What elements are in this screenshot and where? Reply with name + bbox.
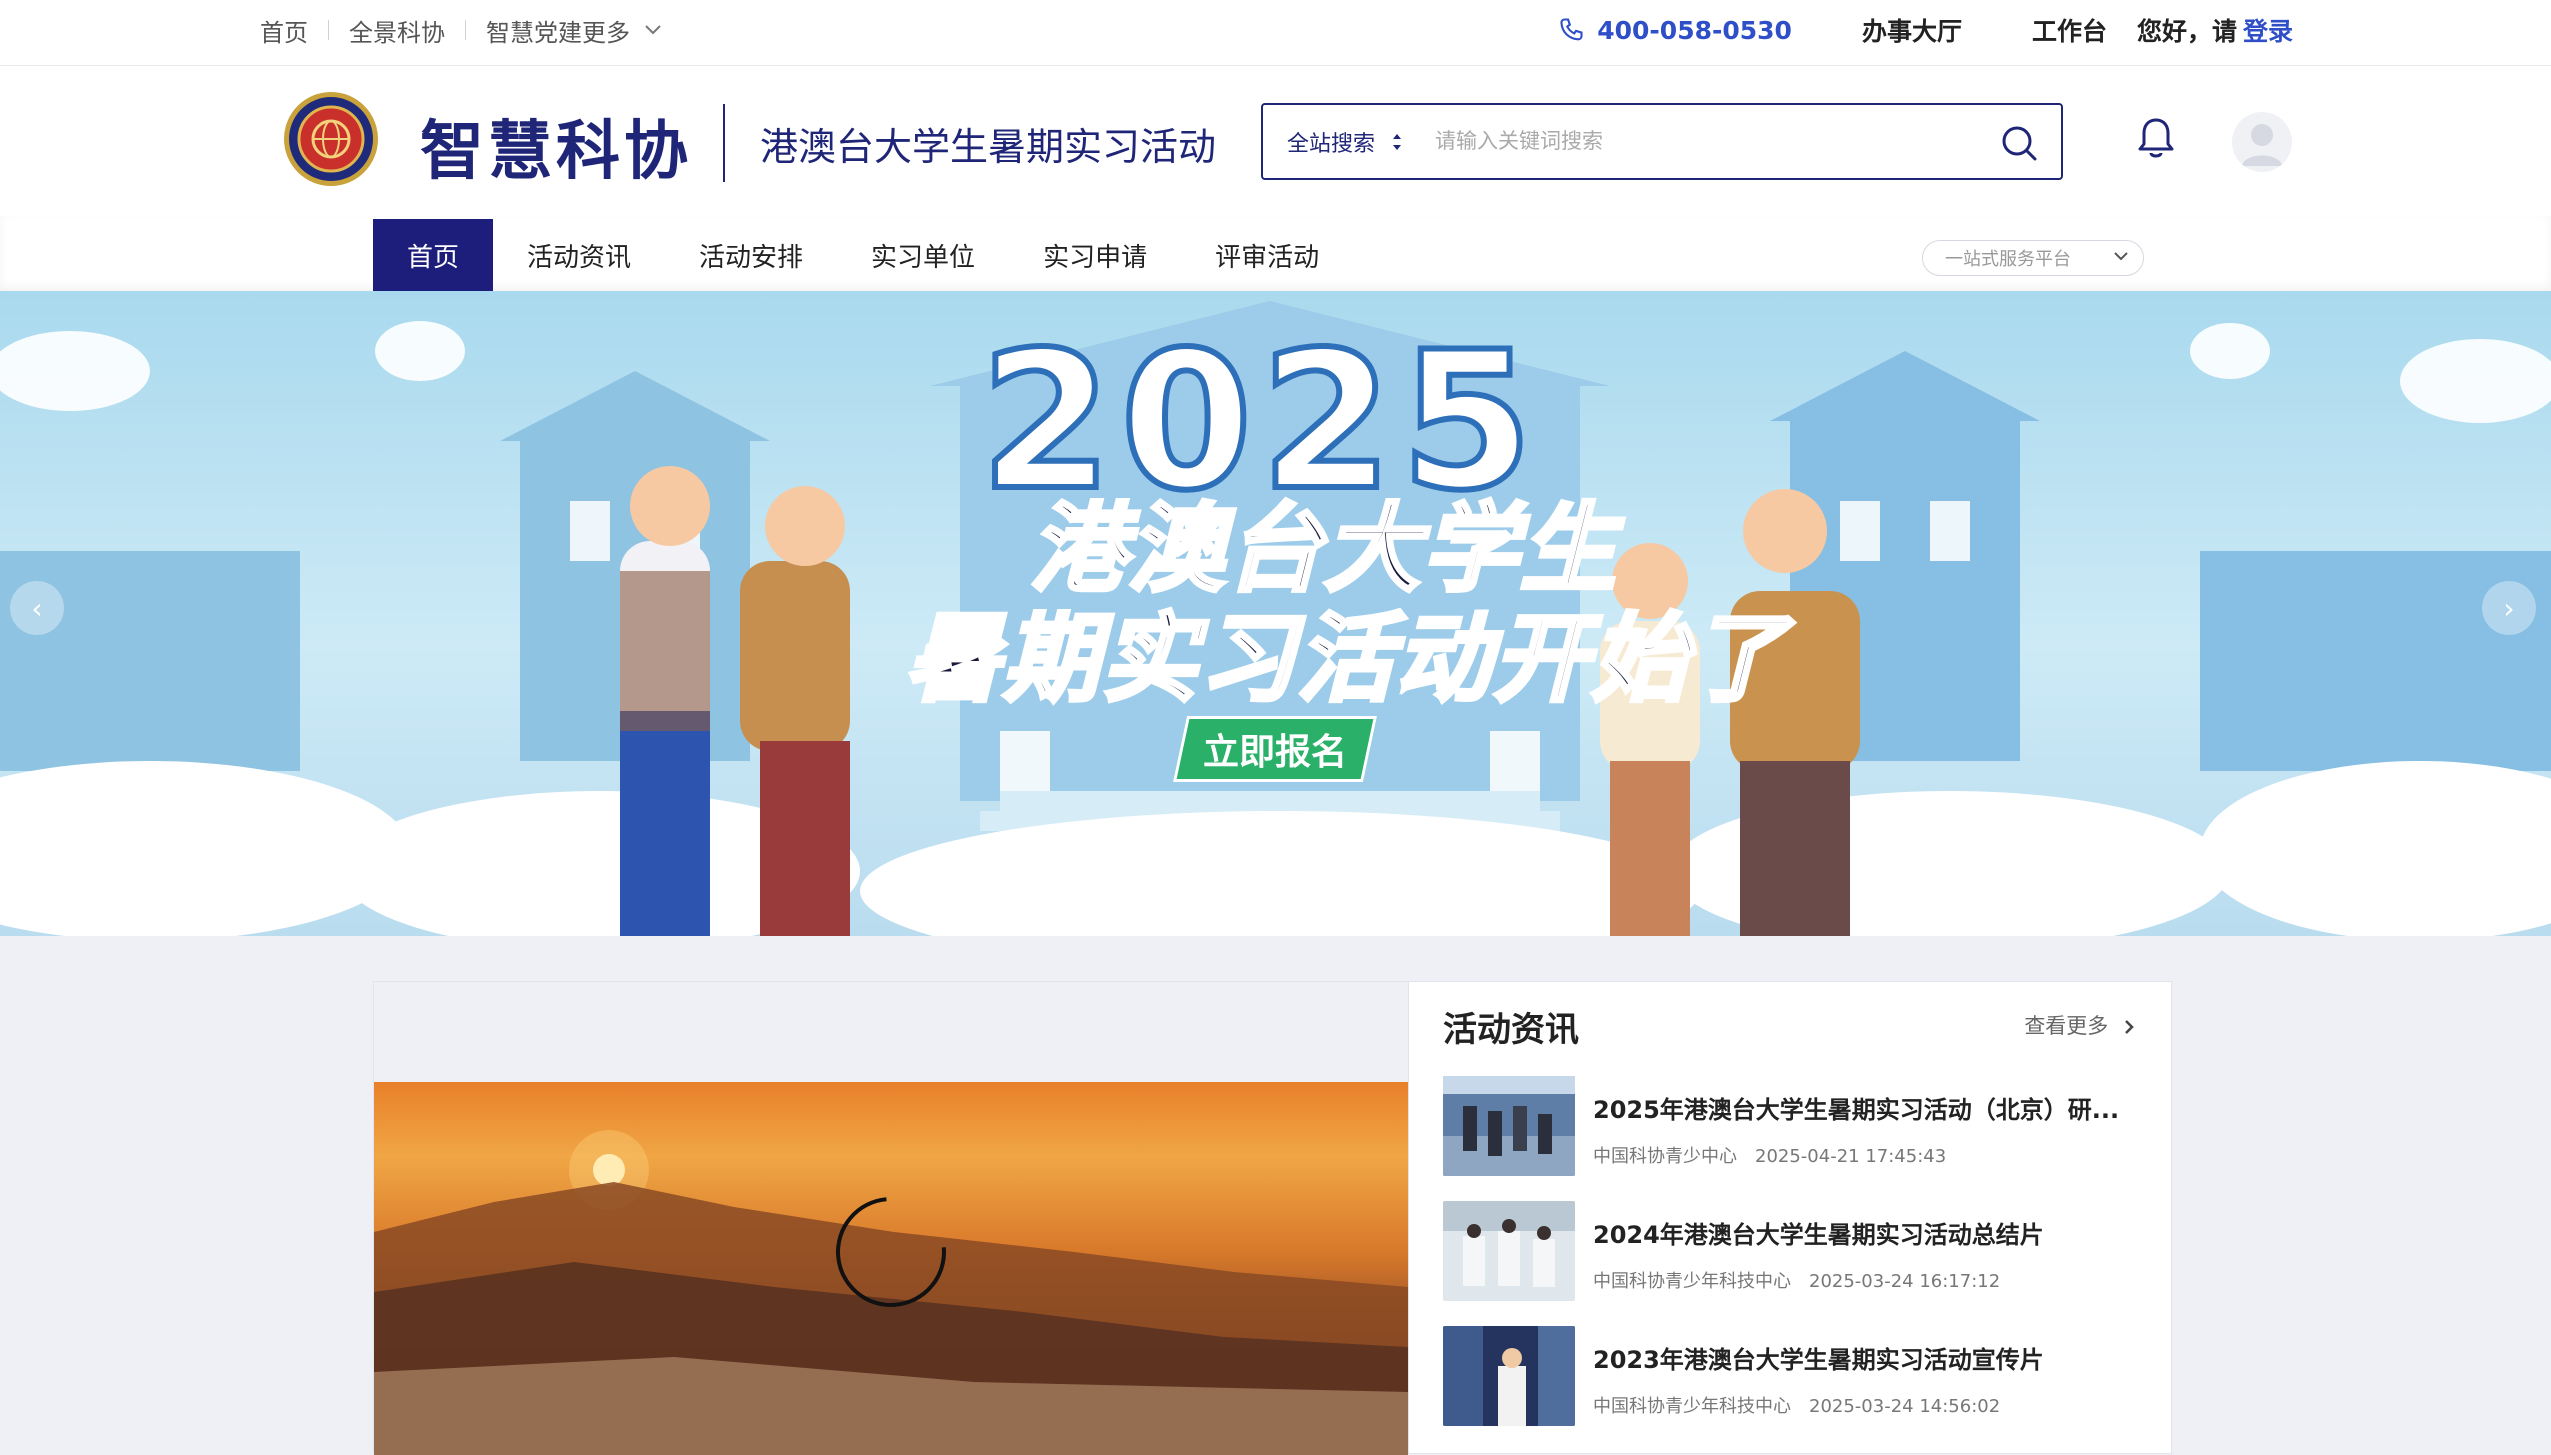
news-section-title: 活动资讯 [1443, 1002, 1583, 1051]
login-link[interactable]: 登录 [2243, 12, 2293, 48]
chevron-down-icon [2113, 245, 2129, 266]
news-thumbnail [1443, 1201, 1575, 1301]
header: 智慧科协 港澳台大学生暑期实习活动 全站搜索 [0, 66, 2551, 216]
news-item-date: 2025-03-24 16:17:12 [1809, 1271, 2001, 1292]
workbench-link[interactable]: 工作台 [2032, 12, 2107, 48]
bell-icon[interactable] [2136, 116, 2176, 160]
divider [328, 20, 329, 40]
site-subtitle: 港澳台大学生暑期实习活动 [760, 125, 1217, 169]
user-icon [2242, 124, 2282, 166]
service-hall-link[interactable]: 办事大厅 [1862, 12, 1962, 48]
search-icon[interactable] [1999, 123, 2039, 163]
nav-item-review[interactable]: 评审活动 [1181, 219, 1353, 291]
phone-number: 400-058-0530 [1597, 15, 1792, 45]
video-header [374, 982, 1408, 1082]
news-item-source: 中国科协青少中心 [1593, 1146, 1737, 1167]
divider [465, 20, 466, 40]
phone-icon [1560, 18, 1583, 41]
platform-select[interactable]: 一站式服务平台 [1922, 240, 2144, 276]
news-panel: 活动资讯 查看更多 2025年港澳台大学生暑期实习活动（北京）研... 中国科协… [1408, 981, 2172, 1454]
search-scope-select[interactable]: 全站搜索 [1287, 105, 1403, 178]
main-nav: 首页 活动资讯 活动安排 实习单位 实习申请 评审活动 一站式服务平台 [0, 216, 2551, 291]
logo-emblem-icon[interactable] [284, 92, 378, 186]
news-list: 2025年港澳台大学生暑期实习活动（北京）研... 中国科协青少中心 2025-0… [1443, 1076, 2143, 1451]
top-link-panorama[interactable]: 全景科协 [349, 13, 445, 48]
nav-item-news[interactable]: 活动资讯 [493, 219, 665, 291]
news-item-title[interactable]: 2025年港澳台大学生暑期实习活动（北京）研... [1593, 1090, 2123, 1125]
top-link-home[interactable]: 首页 [260, 13, 308, 48]
top-right: 400-058-0530 办事大厅 工作台 您好，请 登录 [1557, 0, 2293, 60]
top-bar: 首页 全景科协 智慧党建更多 400-058-0530 办事大厅 工作台 您好，… [0, 0, 2551, 66]
chevron-right-icon [2125, 1020, 2134, 1034]
nav-item-apply[interactable]: 实习申请 [1009, 219, 1181, 291]
nav-item-schedule[interactable]: 活动安排 [665, 219, 837, 291]
news-item-date: 2025-03-24 14:56:02 [1809, 1396, 2001, 1417]
news-item[interactable]: 2023年港澳台大学生暑期实习活动宣传片 中国科协青少年科技中心 2025-03-… [1443, 1326, 2143, 1451]
carousel-indicator[interactable] [1250, 909, 1296, 913]
hero-banner[interactable]: 2025 港澳台大学生 暑期实习活动开始了 立即报名 ‹ › [0, 291, 2551, 936]
hotline: 400-058-0530 [1557, 16, 1792, 45]
register-now-label: 立即报名 [1202, 732, 1347, 773]
divider [723, 104, 725, 182]
news-item-meta: 中国科协青少中心 2025-04-21 17:45:43 [1593, 1142, 1946, 1168]
news-item-meta: 中国科协青少年科技中心 2025-03-24 14:56:02 [1593, 1392, 2000, 1418]
search-input[interactable] [1433, 121, 1993, 161]
platform-select-label: 一站式服务平台 [1945, 249, 2071, 270]
news-thumbnail [1443, 1076, 1575, 1176]
view-more-label: 查看更多 [2024, 1014, 2109, 1038]
search-box: 全站搜索 [1261, 103, 2063, 180]
sort-arrows-icon [1391, 131, 1403, 153]
chevron-down-icon[interactable] [644, 20, 662, 41]
news-item-date: 2025-04-21 17:45:43 [1755, 1146, 1947, 1167]
news-item-source: 中国科协青少年科技中心 [1593, 1396, 1791, 1417]
news-item-meta: 中国科协青少年科技中心 2025-03-24 16:17:12 [1593, 1267, 2000, 1293]
news-item[interactable]: 2025年港澳台大学生暑期实习活动（北京）研... 中国科协青少中心 2025-0… [1443, 1076, 2143, 1201]
news-item-source: 中国科协青少年科技中心 [1593, 1271, 1791, 1292]
search-scope-label: 全站搜索 [1287, 131, 1376, 157]
nav-item-units[interactable]: 实习单位 [837, 219, 1009, 291]
top-link-party-more[interactable]: 智慧党建更多 [486, 13, 630, 48]
nav-item-home[interactable]: 首页 [373, 219, 494, 291]
banner-headline-2: 暑期实习活动开始了 [903, 601, 1787, 717]
view-more-link[interactable]: 查看更多 [2024, 1010, 2135, 1040]
carousel-prev-icon[interactable]: ‹ [10, 581, 64, 635]
nav-items: 首页 活动资讯 活动安排 实习单位 实习申请 评审活动 [373, 219, 1353, 291]
news-item-title[interactable]: 2024年港澳台大学生暑期实习活动总结片 [1593, 1215, 2123, 1250]
avatar[interactable] [2232, 112, 2292, 172]
video-panel [373, 981, 1408, 1455]
news-thumbnail [1443, 1326, 1575, 1426]
logo-text[interactable]: 智慧科协 [420, 100, 692, 192]
carousel-next-icon[interactable]: › [2482, 581, 2536, 635]
top-links: 首页 全景科协 智慧党建更多 [260, 0, 662, 60]
video-player[interactable] [374, 1082, 1408, 1455]
news-item-title[interactable]: 2023年港澳台大学生暑期实习活动宣传片 [1593, 1340, 2123, 1375]
register-now-button[interactable]: 立即报名 [1172, 716, 1378, 782]
news-item[interactable]: 2024年港澳台大学生暑期实习活动总结片 中国科协青少年科技中心 2025-03-… [1443, 1201, 2143, 1326]
greeting-text: 您好，请 [2136, 17, 2237, 46]
